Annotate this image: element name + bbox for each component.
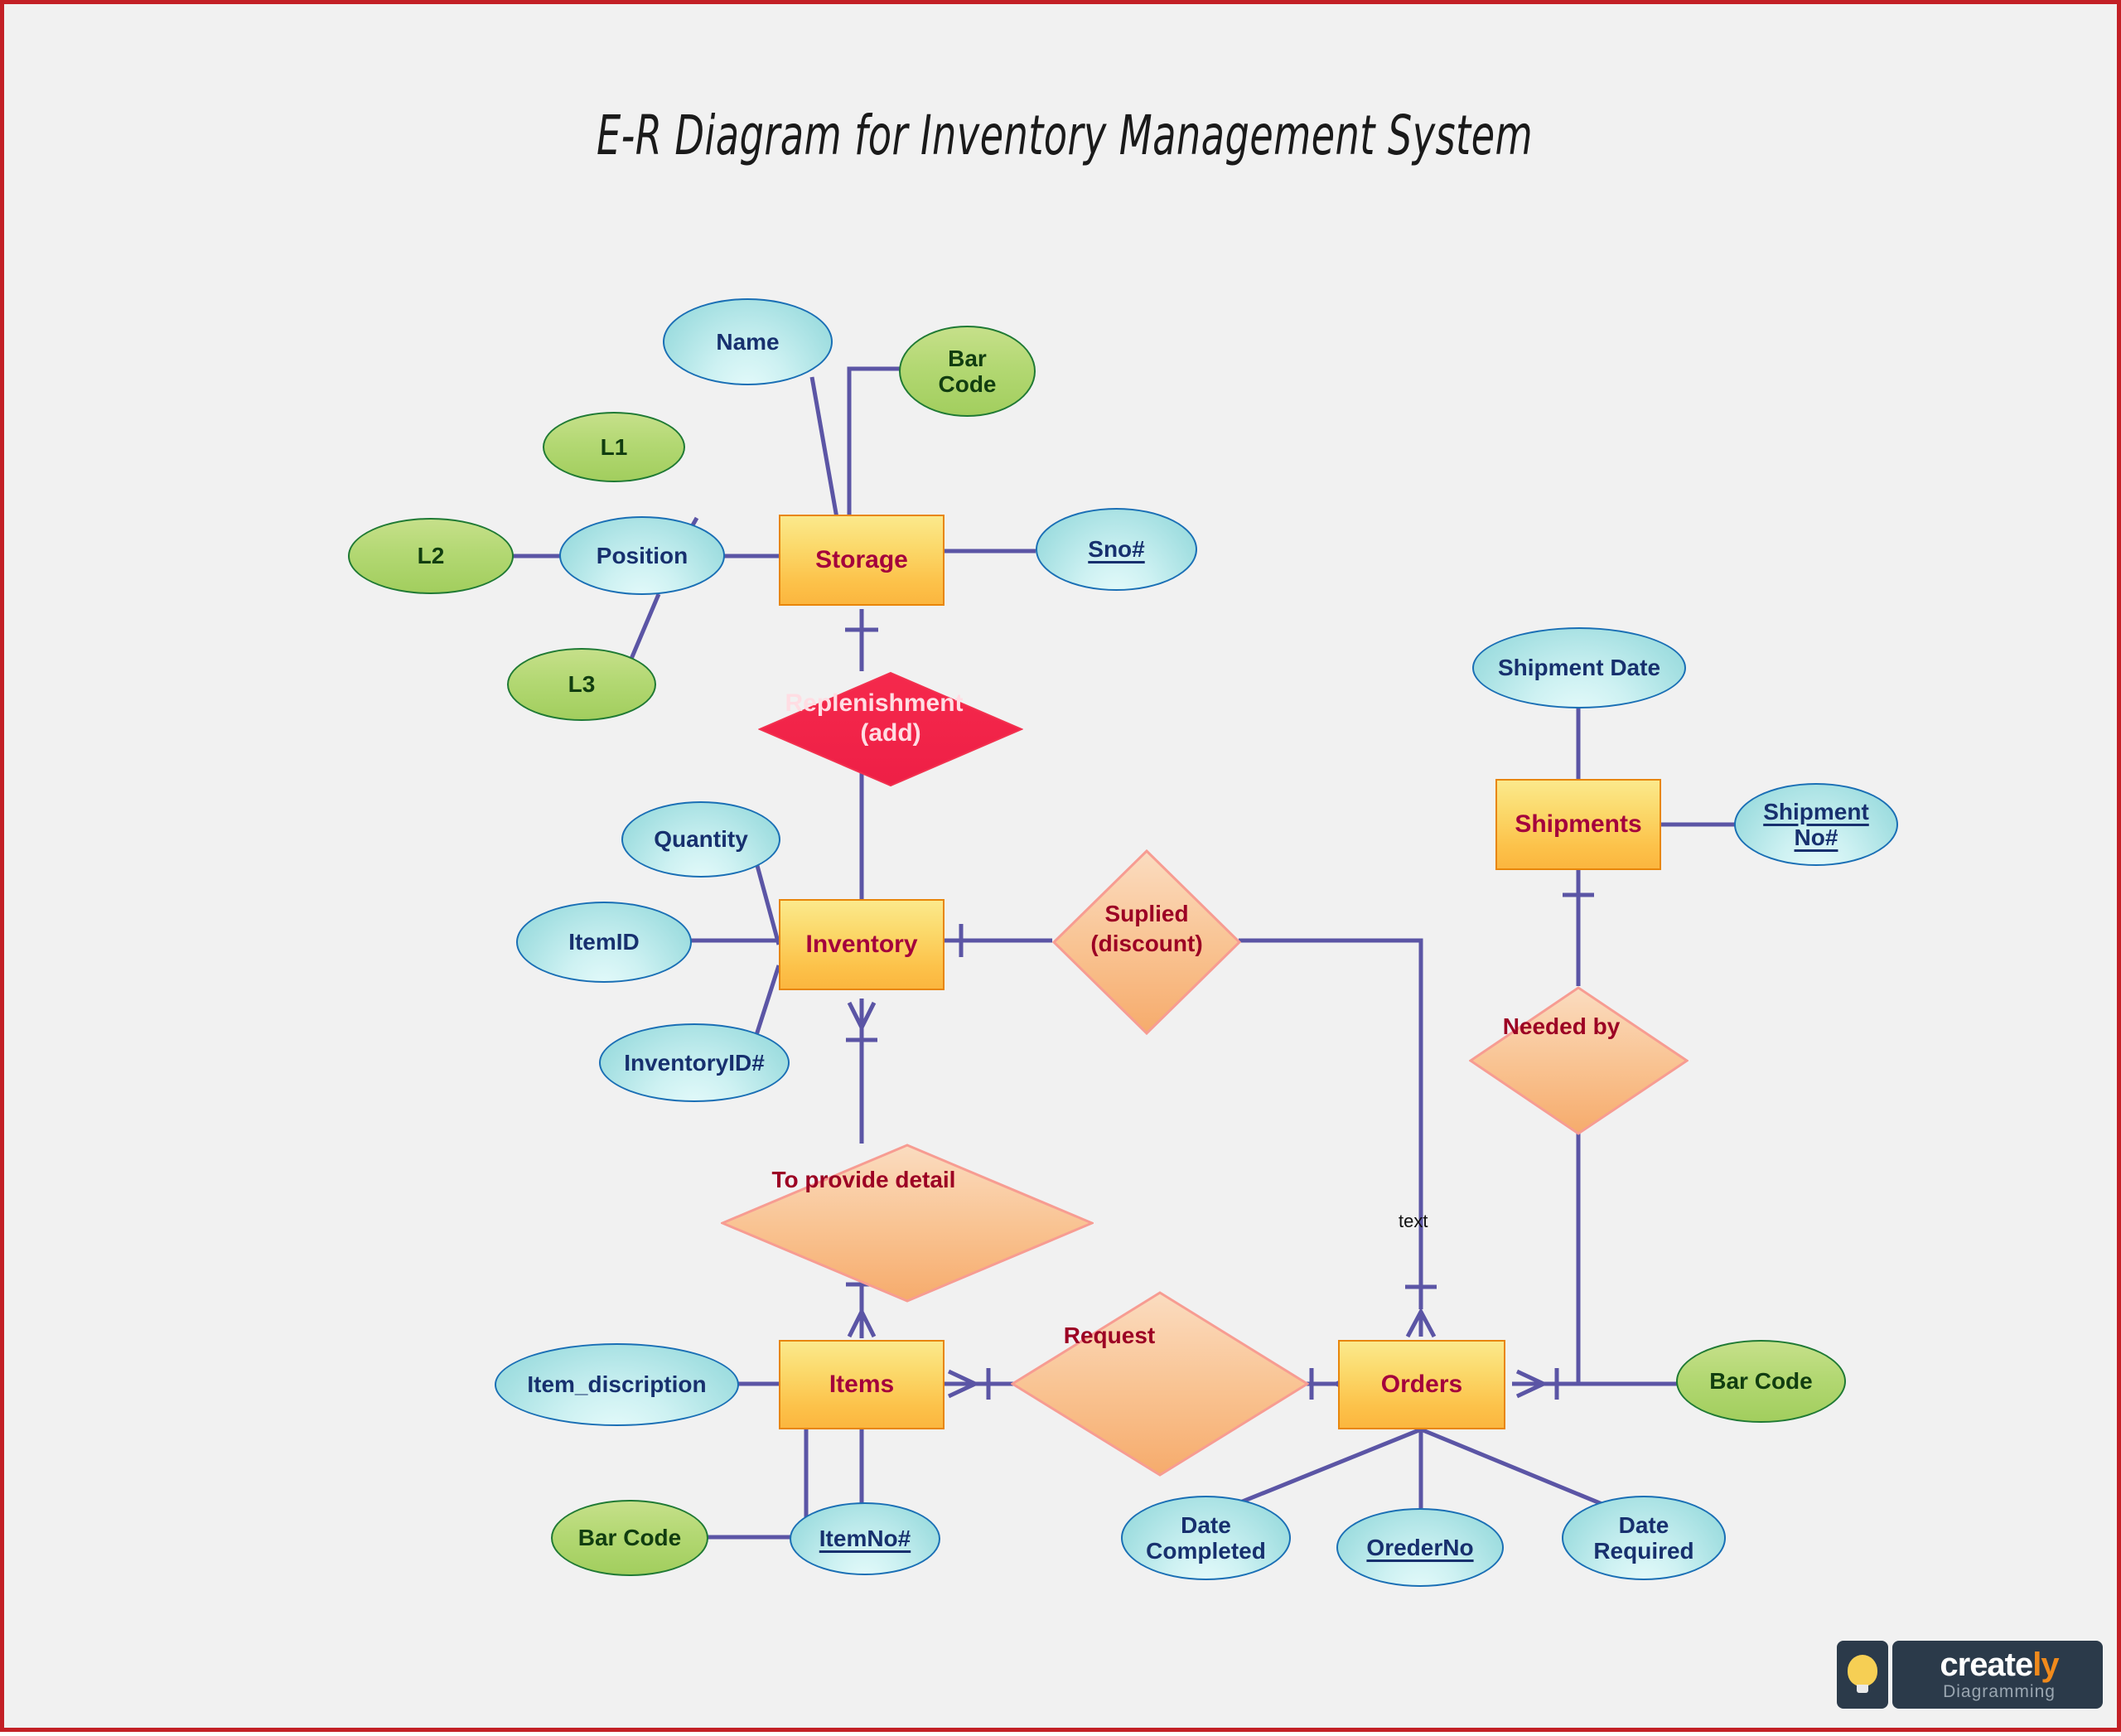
attribute-label-line2: Required — [1593, 1538, 1694, 1564]
entity-label: Inventory — [805, 931, 918, 958]
relationship-suplied[interactable]: Suplied (discount) — [1051, 849, 1242, 1036]
attribute-oreder-no[interactable]: OrederNo — [1336, 1508, 1504, 1587]
brand-tagline: Diagramming — [1943, 1681, 2056, 1701]
diamond-shape — [719, 1144, 1095, 1303]
attribute-label: L2 — [417, 543, 445, 569]
entity-orders[interactable]: Orders — [1338, 1340, 1505, 1429]
attribute-label: ItemNo# — [819, 1526, 911, 1552]
page-title: E-R Diagram for Inventory Management Sys… — [597, 104, 1533, 167]
attribute-name[interactable]: Name — [663, 298, 833, 385]
attribute-label-line2: Code — [938, 371, 997, 397]
diamond-shape — [1010, 1291, 1310, 1477]
attribute-position[interactable]: Position — [559, 516, 725, 595]
attribute-label: OrederNo — [1366, 1534, 1474, 1560]
attribute-date-required[interactable]: Date Required — [1562, 1496, 1726, 1580]
lightbulb-icon — [1837, 1641, 1888, 1709]
attribute-shipment-no[interactable]: Shipment No# — [1734, 783, 1898, 866]
relationship-replenishment[interactable]: Replenishment (add) — [757, 671, 1024, 787]
attribute-l1[interactable]: L1 — [543, 412, 685, 482]
attribute-label: ItemID — [568, 929, 640, 955]
entity-storage[interactable]: Storage — [779, 515, 945, 606]
attribute-label: Bar Code — [577, 1525, 682, 1551]
brand-name-white: create — [1940, 1646, 2033, 1683]
attribute-bar-code-storage[interactable]: Bar Code — [899, 326, 1036, 417]
attribute-label: L3 — [568, 671, 596, 698]
attribute-label: InventoryID# — [624, 1049, 765, 1076]
attribute-label: Sno# — [1088, 536, 1145, 563]
entity-label: Storage — [815, 546, 908, 573]
attribute-item-id[interactable]: ItemID — [516, 902, 692, 983]
attribute-label: Position — [596, 542, 688, 568]
attribute-inventory-id[interactable]: InventoryID# — [599, 1023, 790, 1102]
attribute-label: L1 — [600, 433, 628, 460]
entity-inventory[interactable]: Inventory — [779, 899, 945, 990]
entity-items[interactable]: Items — [779, 1340, 945, 1429]
diamond-shape — [1468, 986, 1689, 1135]
attribute-label-line1: Date — [1181, 1511, 1231, 1538]
attribute-label: Bar Code — [1709, 1368, 1813, 1395]
attribute-label-line1: Shipment — [1763, 798, 1869, 824]
attribute-label-line1: Date — [1618, 1511, 1669, 1538]
attribute-date-completed[interactable]: Date Completed — [1121, 1496, 1291, 1580]
attribute-label: Item_discription — [527, 1371, 707, 1398]
attribute-item-discription[interactable]: Item_discription — [495, 1343, 739, 1426]
attribute-sno[interactable]: Sno# — [1036, 508, 1197, 591]
attribute-label: Name — [716, 328, 780, 355]
creately-logo[interactable]: creately Diagramming — [1837, 1641, 2103, 1709]
entity-label: Items — [829, 1371, 895, 1398]
attribute-shipment-date[interactable]: Shipment Date — [1472, 627, 1686, 708]
diagram-canvas: E-R Diagram for Inventory Management Sys… — [0, 0, 2121, 1732]
entity-shipments[interactable]: Shipments — [1495, 779, 1661, 870]
relationship-request[interactable]: Request — [1010, 1291, 1310, 1477]
attribute-l2[interactable]: L2 — [348, 518, 514, 594]
attribute-item-no[interactable]: ItemNo# — [790, 1502, 940, 1575]
attribute-bar-code-items[interactable]: Bar Code — [551, 1500, 708, 1576]
relationship-needed-by[interactable]: Needed by — [1468, 986, 1689, 1135]
attribute-l3[interactable]: L3 — [507, 648, 656, 721]
edge-label-text: text — [1399, 1211, 1428, 1231]
diamond-shape — [757, 671, 1024, 787]
brand-name-orange: ly — [2032, 1646, 2059, 1683]
entity-label: Shipments — [1515, 810, 1642, 838]
relationship-to-provide-detail[interactable]: To provide detail — [719, 1144, 1095, 1303]
diamond-shape — [1051, 849, 1242, 1036]
attribute-quantity[interactable]: Quantity — [621, 801, 780, 878]
attribute-label: Shipment Date — [1497, 655, 1661, 681]
entity-label: Orders — [1380, 1371, 1463, 1398]
attribute-label-line2: Completed — [1146, 1538, 1266, 1564]
creately-wordmark: creately Diagramming — [1892, 1641, 2103, 1709]
attribute-label-line2: No# — [1794, 824, 1838, 850]
attribute-bar-code-orders[interactable]: Bar Code — [1676, 1340, 1846, 1423]
attribute-label: Quantity — [654, 826, 748, 853]
attribute-label-line1: Bar — [948, 345, 987, 371]
